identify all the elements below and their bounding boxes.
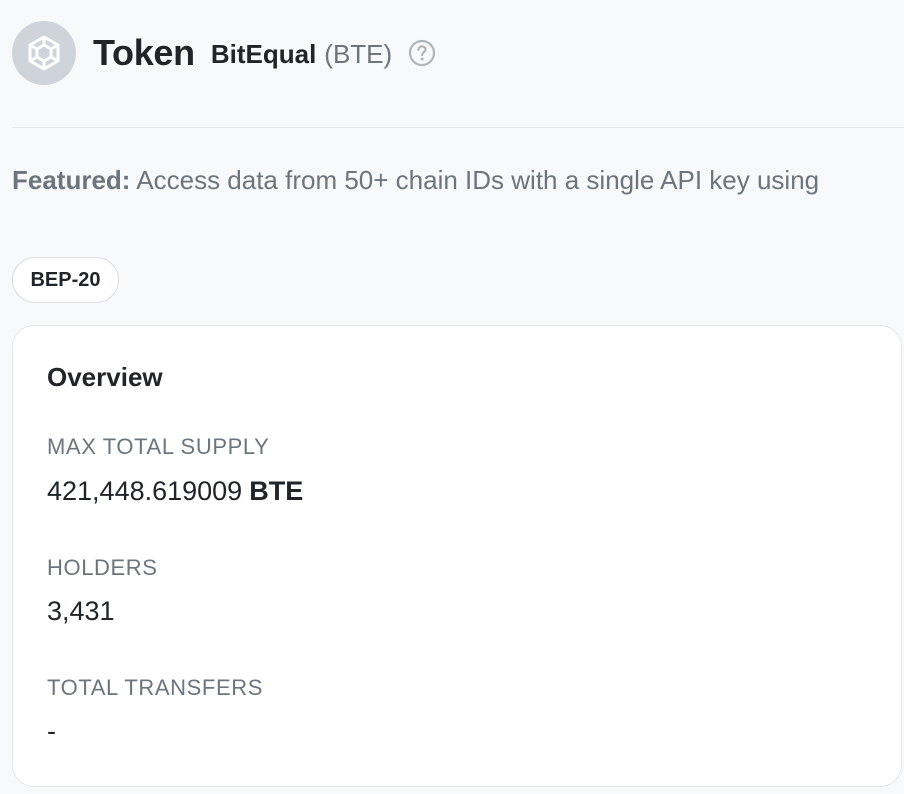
max-total-supply-amount: 421,448.619009	[47, 476, 243, 506]
featured-text[interactable]: Access data from 50+ chain IDs with a si…	[136, 165, 819, 195]
token-header: Token BitEqual (BTE)	[12, 20, 436, 86]
holders-label: HOLDERS	[47, 555, 158, 580]
total-transfers-label: TOTAL TRANSFERS	[47, 675, 264, 700]
holders-value[interactable]: 3,431	[47, 596, 115, 627]
overview-card: Overview MAX TOTAL SUPPLY 421,448.619009…	[12, 325, 902, 787]
page-title: Token	[93, 32, 195, 73]
featured-label: Featured:	[12, 165, 131, 195]
bnb-chain-logo-icon	[12, 21, 76, 85]
header-divider	[12, 127, 904, 128]
max-total-supply-value: 421,448.619009 BTE	[47, 476, 303, 507]
token-symbol: (BTE)	[324, 38, 393, 69]
total-transfers-value: -	[47, 716, 56, 746]
overview-title: Overview	[47, 362, 163, 392]
max-total-supply-label: MAX TOTAL SUPPLY	[47, 434, 270, 459]
max-total-supply-unit: BTE	[249, 476, 304, 506]
featured-banner: Featured: Access data from 50+ chain IDs…	[12, 165, 819, 196]
bep20-badge[interactable]: BEP-20	[12, 257, 119, 303]
token-name: BitEqual	[210, 38, 317, 69]
question-circle-icon[interactable]	[408, 39, 436, 67]
